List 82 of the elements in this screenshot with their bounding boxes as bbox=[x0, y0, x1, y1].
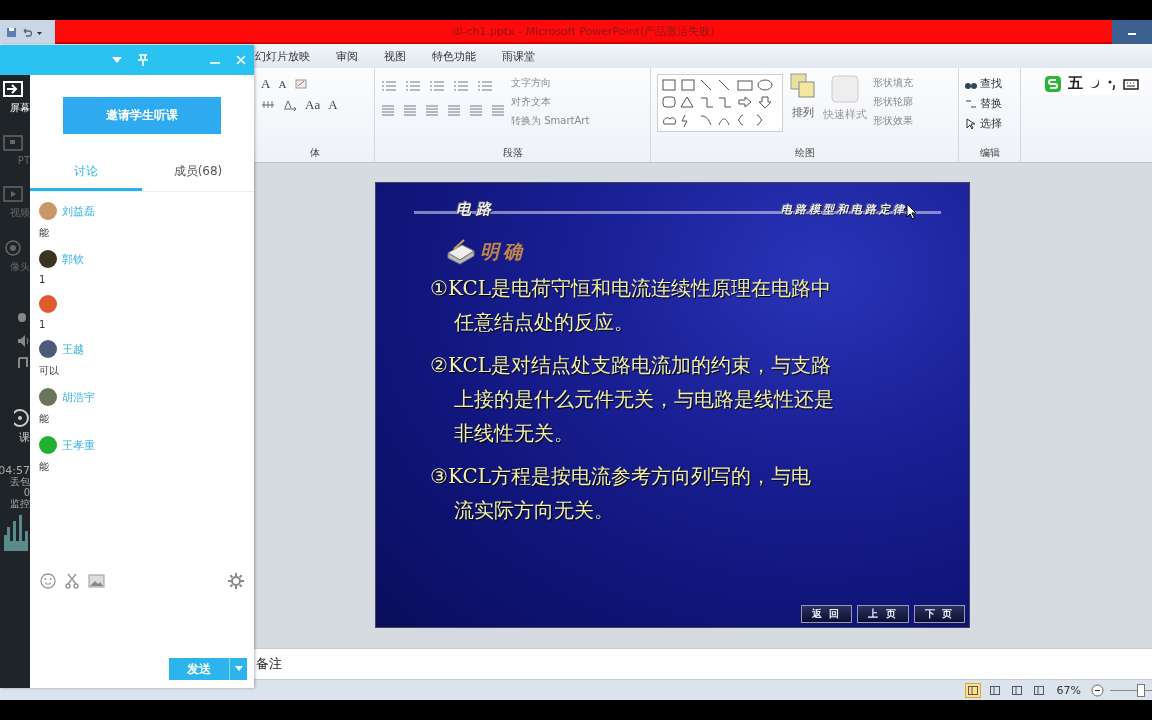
speaker-icon[interactable] bbox=[18, 334, 30, 348]
keyboard-icon[interactable] bbox=[1123, 77, 1139, 90]
send-options-button[interactable] bbox=[229, 658, 247, 680]
clear-format-icon[interactable] bbox=[294, 77, 309, 91]
group-label: 绘图 bbox=[793, 146, 816, 160]
message-text: 能 bbox=[39, 226, 50, 240]
undo-icon[interactable] bbox=[21, 26, 32, 38]
group-label: 体 bbox=[308, 146, 321, 160]
list-icon[interactable] bbox=[381, 80, 397, 92]
close-icon[interactable] bbox=[236, 55, 246, 65]
ribbon-tab[interactable]: 审阅 bbox=[336, 48, 358, 64]
group-label: 编辑 bbox=[978, 146, 1001, 160]
message-text: 1 bbox=[39, 319, 47, 330]
power-icon[interactable] bbox=[14, 408, 30, 428]
shape-command[interactable]: 形状填充 bbox=[873, 76, 913, 90]
list-icon[interactable] bbox=[477, 80, 493, 92]
slide-heading: 明确 bbox=[480, 239, 526, 264]
ribbon-tab[interactable]: 幻灯片放映 bbox=[255, 48, 310, 64]
slide-nav-button[interactable]: 上 页 bbox=[857, 605, 909, 623]
arrange-button[interactable]: 排列 bbox=[792, 105, 814, 120]
align-icon[interactable] bbox=[381, 104, 395, 116]
zoom-out-icon[interactable] bbox=[1091, 683, 1104, 697]
slide-subtitle: 电路模型和电路定律 bbox=[781, 201, 907, 217]
ribbon-tab[interactable]: 特色功能 bbox=[432, 48, 476, 64]
editing-command[interactable]: 查找 bbox=[965, 76, 1002, 91]
align-icon[interactable] bbox=[447, 104, 461, 116]
notes-label: 备注 bbox=[256, 655, 282, 673]
replace-icon bbox=[965, 97, 977, 110]
align-icon[interactable] bbox=[403, 104, 417, 116]
caret-icon bbox=[234, 666, 243, 672]
message-text: 能 bbox=[39, 460, 50, 474]
book-icon bbox=[446, 239, 476, 265]
list-icon[interactable] bbox=[453, 80, 469, 92]
spacing-icon[interactable] bbox=[283, 99, 297, 111]
shape-command[interactable]: 形状效果 bbox=[873, 114, 913, 128]
list-icon[interactable] bbox=[405, 80, 421, 92]
chat-tab[interactable]: 成员(68) bbox=[142, 162, 254, 191]
align-icon[interactable] bbox=[491, 104, 505, 116]
sidebar-icon[interactable] bbox=[2, 79, 24, 99]
window-title: dl-ch1.pptx - Microsoft PowerPoint(产品激活失败) bbox=[55, 20, 1112, 44]
shrink-font-button[interactable]: A bbox=[278, 78, 287, 90]
emoji-icon[interactable] bbox=[40, 573, 56, 589]
settings-icon[interactable] bbox=[228, 573, 244, 589]
message-text: 1 bbox=[39, 274, 47, 285]
paragraph-command[interactable]: 对齐文本 bbox=[511, 95, 590, 109]
editing-command[interactable]: 替换 bbox=[965, 96, 1002, 111]
grow-font-button[interactable]: A bbox=[261, 76, 271, 92]
change-case-button[interactable]: Aa bbox=[305, 97, 321, 113]
sidebar-label[interactable]: 屏幕 bbox=[10, 101, 30, 115]
slide-paragraph: ①KCL是电荷守恒和电流连续性原理在电路中 任意结点处的反应。 bbox=[430, 275, 832, 336]
zoom-level: 67% bbox=[1056, 683, 1081, 697]
scissors-icon[interactable] bbox=[65, 573, 79, 589]
stat-text: 0 bbox=[23, 487, 30, 498]
cursor-icon bbox=[906, 203, 918, 220]
message-text: 可以 bbox=[39, 364, 60, 378]
shape-command[interactable]: 形状轮廓 bbox=[873, 95, 913, 109]
ime-mode[interactable]: 五 bbox=[1068, 74, 1083, 93]
pointer-icon bbox=[965, 117, 977, 130]
slide-nav-button[interactable]: 返 回 bbox=[800, 605, 853, 623]
ribbon-tab[interactable]: 雨课堂 bbox=[502, 48, 535, 64]
stat-text: 监控 bbox=[10, 498, 30, 509]
slide-header: 电 路 bbox=[456, 199, 492, 219]
end-class-label[interactable]: 课 bbox=[19, 430, 30, 445]
paragraph-command[interactable]: 文字方向 bbox=[511, 76, 590, 90]
group-label: 段落 bbox=[501, 146, 524, 160]
ribbon-tab[interactable]: 视图 bbox=[384, 48, 406, 64]
slide-nav-button[interactable]: 下 页 bbox=[913, 605, 965, 623]
pin-icon[interactable] bbox=[138, 54, 148, 66]
message-text: 能 bbox=[39, 412, 50, 426]
view-button[interactable] bbox=[964, 682, 981, 698]
image-icon[interactable] bbox=[88, 574, 105, 588]
editing-command[interactable]: 选择 bbox=[965, 116, 1002, 131]
align-icon[interactable] bbox=[425, 104, 439, 116]
stat-text: 丢包 bbox=[10, 476, 30, 487]
shapes-gallery[interactable] bbox=[657, 74, 783, 132]
list-icon[interactable] bbox=[429, 80, 445, 92]
font-color-button[interactable]: A bbox=[328, 97, 338, 113]
slide-paragraph: ②KCL是对结点处支路电流加的约束，与支路 上接的是什么元件无关，与电路是线性还是 非线性无关。 bbox=[430, 352, 835, 447]
paragraph-command[interactable]: 转换为 SmartArt bbox=[511, 114, 590, 128]
align-icon[interactable] bbox=[469, 104, 483, 116]
save-icon[interactable] bbox=[6, 26, 17, 38]
slide-paragraph: ③KCL方程是按电流参考方向列写的，与电 流实际方向无关。 bbox=[430, 463, 812, 524]
